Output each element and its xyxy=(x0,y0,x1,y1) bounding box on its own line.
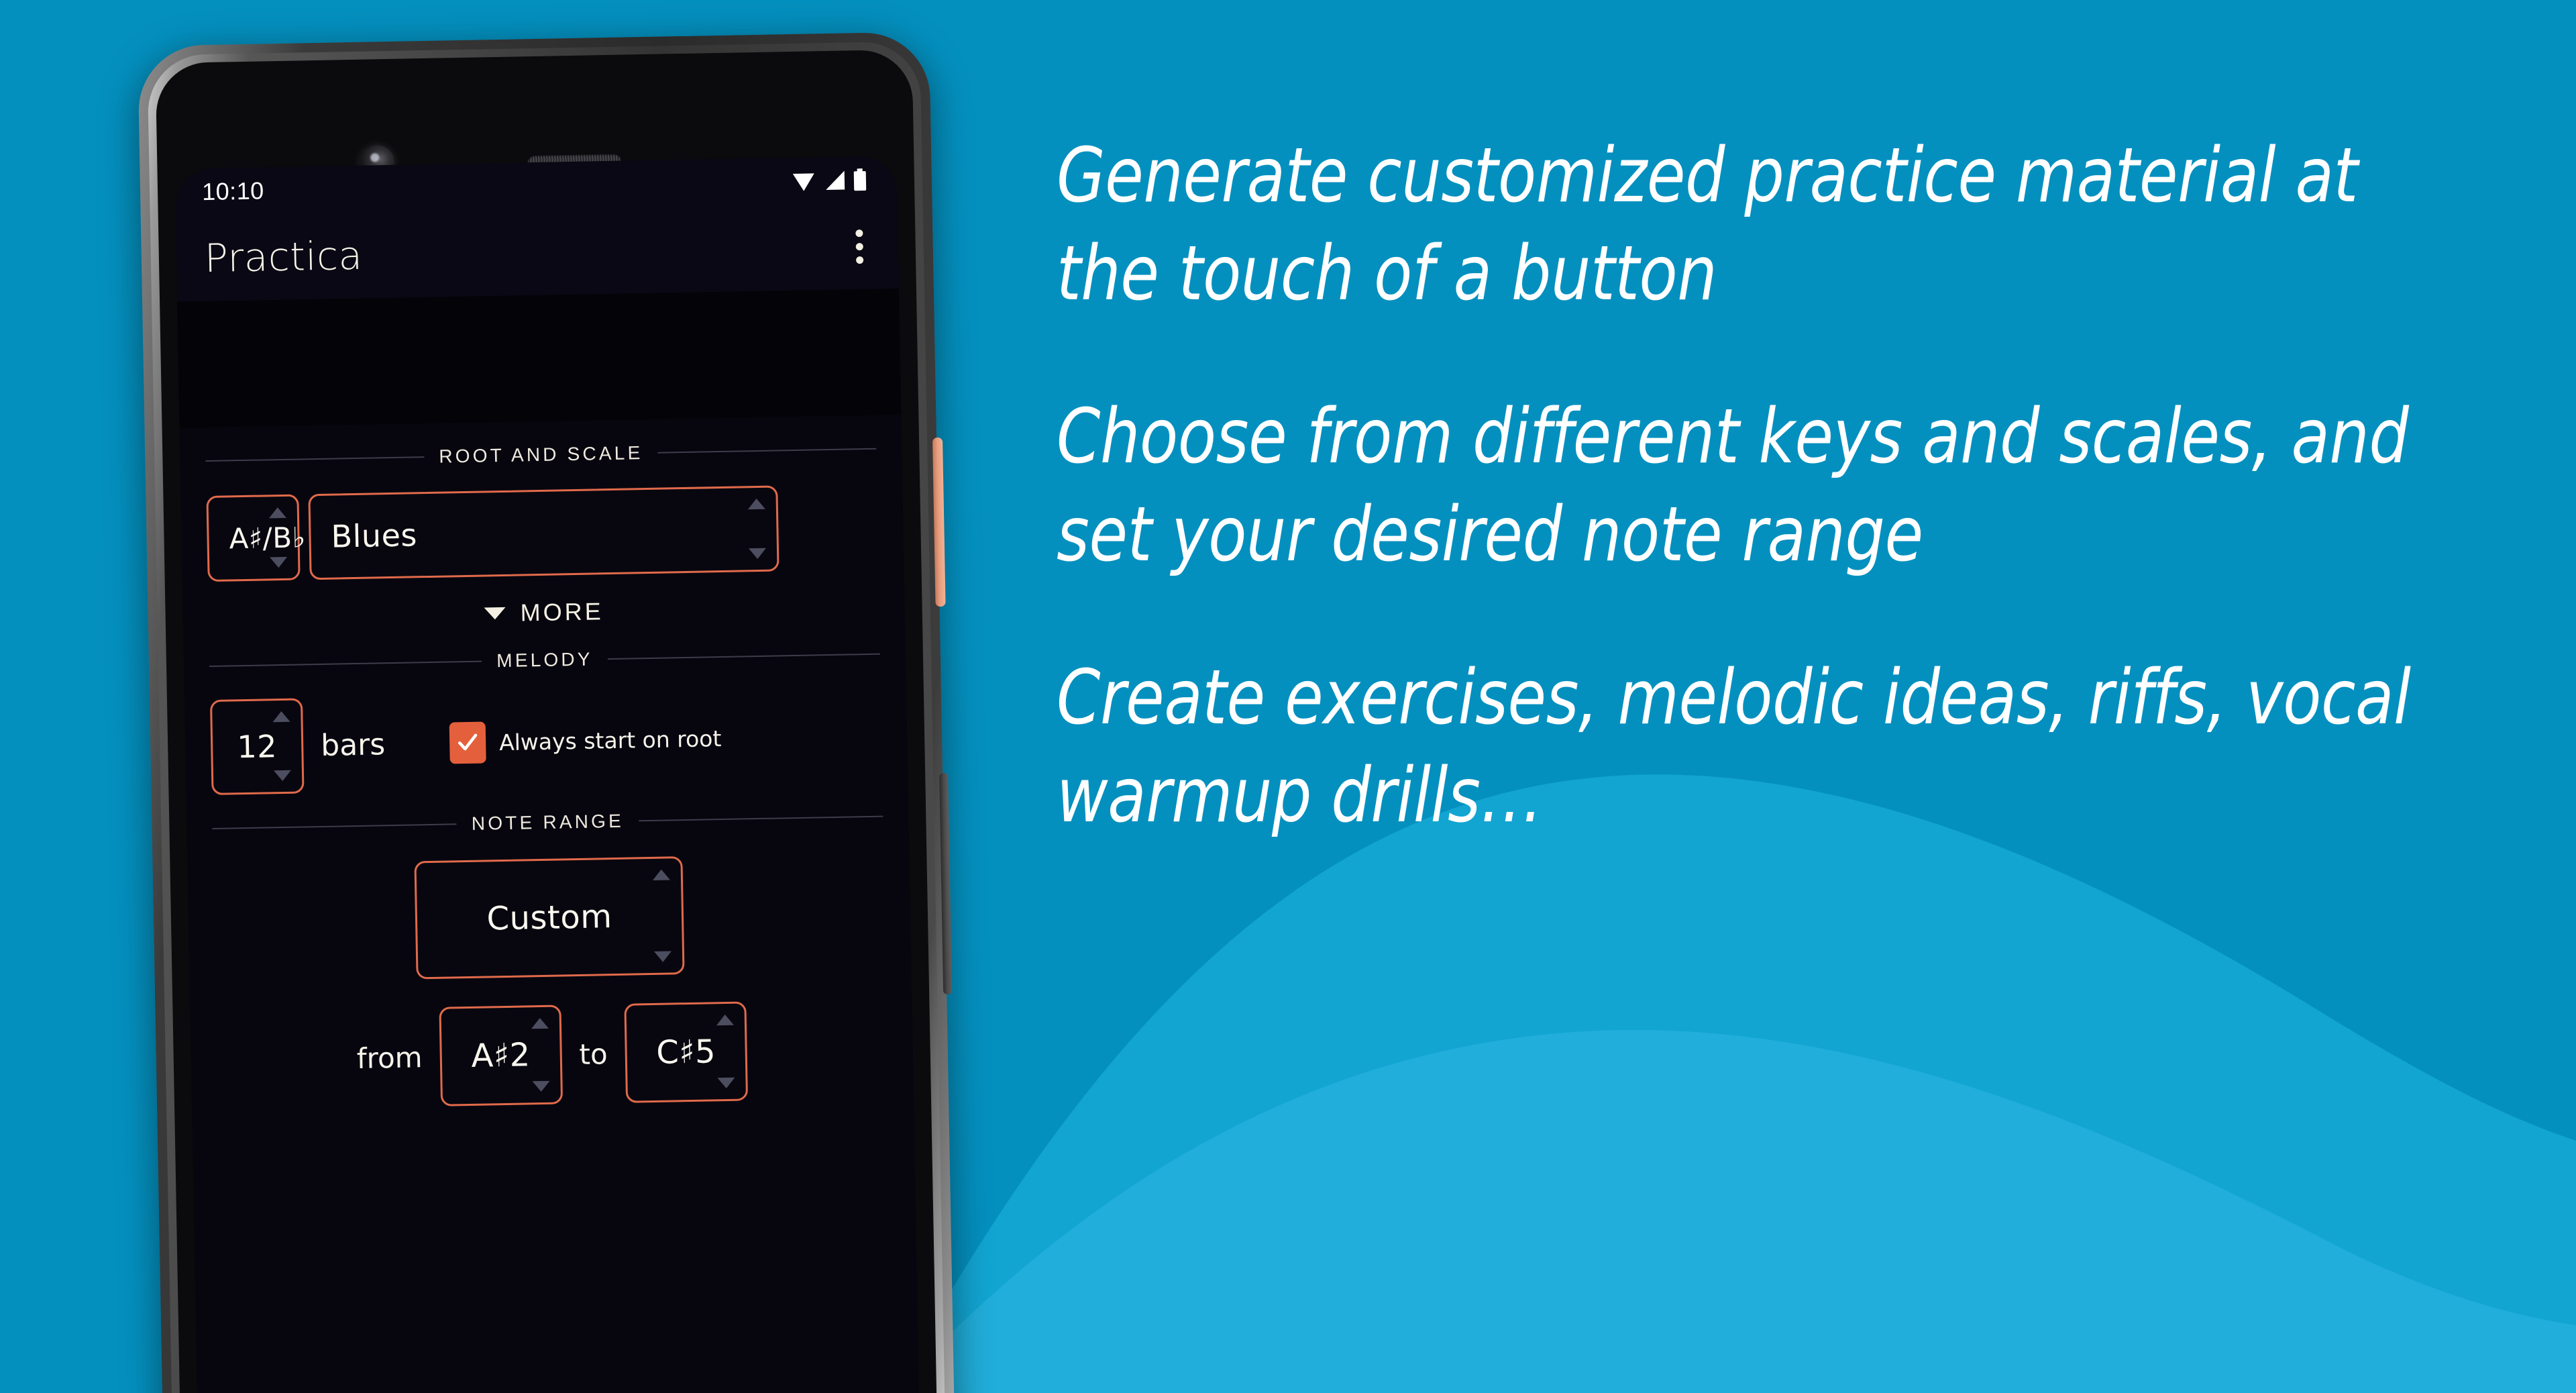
checkmark-icon xyxy=(458,733,478,751)
divider-right xyxy=(657,448,877,454)
from-decrement-arrow-icon[interactable] xyxy=(532,1080,550,1092)
root-decrement-arrow-icon[interactable] xyxy=(270,556,288,568)
note-range-to-spinner[interactable]: C♯5 xyxy=(624,1001,749,1103)
from-label: from xyxy=(356,1040,423,1075)
phone-bezel: 10:10 Practica ROOT AND SCALE A♯/B♭ Blue… xyxy=(155,49,938,1393)
wifi-icon xyxy=(792,173,814,191)
note-range-to-value: C♯5 xyxy=(655,1033,716,1072)
status-bar-time: 10:10 xyxy=(201,176,265,206)
section-label-melody: MELODY xyxy=(496,648,593,672)
battery-icon xyxy=(853,168,867,191)
scale-decrement-arrow-icon[interactable] xyxy=(748,548,767,560)
note-range-preset-value: Custom xyxy=(486,898,612,938)
note-range-preset-spinner[interactable]: Custom xyxy=(414,856,685,980)
bars-spinner[interactable]: 12 xyxy=(209,698,305,795)
note-range-from-spinner[interactable]: A♯2 xyxy=(439,1004,563,1106)
root-note-spinner[interactable]: A♯/B♭ xyxy=(206,494,307,582)
note-range-row: from A♯2 to C♯5 xyxy=(190,998,914,1111)
melody-row: 12 bars Always start on root xyxy=(184,687,908,796)
overflow-menu-icon[interactable] xyxy=(847,222,871,270)
bars-label: bars xyxy=(320,727,386,763)
scale-increment-arrow-icon[interactable] xyxy=(747,498,765,510)
more-toggle[interactable]: MORE xyxy=(182,592,905,633)
marketing-paragraph-3: Create exercises, melodic ideas, riffs, … xyxy=(1057,654,2411,839)
cellular-signal-icon xyxy=(826,170,845,191)
app-bar: Practica xyxy=(175,203,899,302)
marketing-copy: Generate customized practice material at… xyxy=(1057,127,2519,845)
phone-screen: 10:10 Practica ROOT AND SCALE A♯/B♭ Blue… xyxy=(174,156,921,1393)
divider-left xyxy=(209,660,482,668)
bars-value: 12 xyxy=(236,728,278,766)
marketing-paragraph-2: Choose from different keys and scales, a… xyxy=(1057,393,2409,578)
scale-value: Blues xyxy=(331,517,418,555)
root-increment-arrow-icon[interactable] xyxy=(268,507,287,519)
to-decrement-arrow-icon[interactable] xyxy=(717,1077,735,1089)
divider-right xyxy=(638,815,883,822)
more-label: MORE xyxy=(520,597,604,627)
checkbox-checked-icon[interactable] xyxy=(449,721,486,764)
phone-mockup: 10:10 Practica ROOT AND SCALE A♯/B♭ Blue… xyxy=(138,32,956,1393)
section-header-root-and-scale: ROOT AND SCALE xyxy=(180,437,902,472)
content-spacer xyxy=(177,289,902,428)
section-header-melody: MELODY xyxy=(184,643,906,678)
bars-increment-arrow-icon[interactable] xyxy=(272,711,290,723)
settings-content: ROOT AND SCALE A♯/B♭ Blues MORE MELODY 1… xyxy=(180,437,915,1151)
preset-increment-arrow-icon[interactable] xyxy=(652,869,671,880)
divider-left xyxy=(212,823,457,829)
marketing-paragraph-1: Generate customized practice material at… xyxy=(1057,132,2358,317)
section-header-note-range: NOTE RANGE xyxy=(186,805,908,840)
preset-decrement-arrow-icon[interactable] xyxy=(653,951,672,962)
bars-decrement-arrow-icon[interactable] xyxy=(273,770,292,782)
note-range-from-value: A♯2 xyxy=(470,1036,531,1075)
section-label-root-and-scale: ROOT AND SCALE xyxy=(439,442,643,467)
always-start-on-root-checkbox[interactable]: Always start on root xyxy=(449,717,722,764)
root-note-value: A♯/B♭ xyxy=(229,520,307,555)
divider-right xyxy=(607,653,880,660)
to-increment-arrow-icon[interactable] xyxy=(716,1014,734,1026)
always-start-on-root-label: Always start on root xyxy=(498,725,722,756)
divider-left xyxy=(205,456,425,462)
section-label-note-range: NOTE RANGE xyxy=(471,810,625,834)
chevron-down-icon xyxy=(484,607,506,620)
root-scale-row: A♯/B♭ Blues xyxy=(180,483,904,582)
to-label: to xyxy=(579,1037,608,1071)
scale-spinner[interactable]: Blues xyxy=(308,485,780,580)
from-increment-arrow-icon[interactable] xyxy=(531,1017,549,1029)
status-bar-icons xyxy=(791,168,868,193)
app-title: Practica xyxy=(204,232,364,282)
